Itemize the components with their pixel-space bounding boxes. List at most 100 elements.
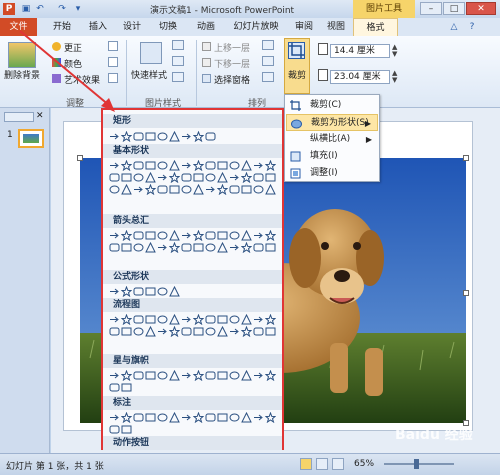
shape-option[interactable] bbox=[109, 382, 120, 393]
tab-animations[interactable]: 动画 bbox=[192, 18, 220, 36]
shape-option[interactable] bbox=[145, 131, 156, 142]
shape-option[interactable] bbox=[265, 160, 276, 171]
shape-option[interactable] bbox=[109, 286, 120, 297]
shape-option[interactable] bbox=[121, 424, 132, 435]
reading-view-icon[interactable] bbox=[332, 458, 344, 470]
shape-option[interactable] bbox=[241, 314, 252, 325]
shape-option[interactable] bbox=[229, 184, 240, 195]
shape-option[interactable] bbox=[253, 326, 264, 337]
tab-view[interactable]: 视图 bbox=[322, 18, 350, 36]
shape-option[interactable] bbox=[229, 230, 240, 241]
tab-slideshow[interactable]: 幻灯片放映 bbox=[228, 18, 284, 36]
shape-option[interactable] bbox=[121, 242, 132, 253]
shape-option[interactable] bbox=[169, 242, 180, 253]
slide-sorter-icon[interactable] bbox=[316, 458, 328, 470]
shape-option[interactable] bbox=[229, 412, 240, 423]
collapse-ribbon-icon[interactable]: △ bbox=[448, 18, 460, 36]
menu-item-crop-to-shape[interactable]: 裁剪为形状(S) ▶ bbox=[286, 114, 378, 131]
shape-option[interactable] bbox=[109, 314, 120, 325]
shape-option[interactable] bbox=[157, 314, 168, 325]
shape-option[interactable] bbox=[181, 160, 192, 171]
shape-option[interactable] bbox=[169, 184, 180, 195]
shape-option[interactable] bbox=[205, 131, 216, 142]
shape-option[interactable] bbox=[133, 412, 144, 423]
zoom-slider-thumb[interactable] bbox=[414, 459, 419, 469]
shape-option[interactable] bbox=[145, 230, 156, 241]
shape-option[interactable] bbox=[193, 184, 204, 195]
shape-option[interactable] bbox=[265, 184, 276, 195]
shape-option[interactable] bbox=[133, 370, 144, 381]
shape-option[interactable] bbox=[217, 370, 228, 381]
shape-option[interactable] bbox=[193, 412, 204, 423]
tab-transitions[interactable]: 切换 bbox=[154, 18, 182, 36]
quick-styles-button[interactable]: 快速样式 bbox=[131, 68, 167, 81]
shape-option[interactable] bbox=[157, 160, 168, 171]
shape-option[interactable] bbox=[265, 370, 276, 381]
shape-option[interactable] bbox=[181, 412, 192, 423]
shape-option[interactable] bbox=[145, 314, 156, 325]
shape-option[interactable] bbox=[193, 160, 204, 171]
shape-option[interactable] bbox=[133, 314, 144, 325]
shape-option[interactable] bbox=[193, 242, 204, 253]
picture-effects-icon[interactable] bbox=[172, 56, 184, 66]
shape-option[interactable] bbox=[157, 326, 168, 337]
zoom-slider[interactable] bbox=[384, 463, 454, 465]
undo-icon[interactable]: ↶ bbox=[34, 3, 46, 15]
redo-icon[interactable]: ↷ bbox=[56, 3, 68, 15]
shape-option[interactable] bbox=[157, 172, 168, 183]
shape-option[interactable] bbox=[181, 242, 192, 253]
resize-handle[interactable] bbox=[77, 155, 83, 161]
shape-option[interactable] bbox=[157, 230, 168, 241]
shape-option[interactable] bbox=[121, 382, 132, 393]
shape-option[interactable] bbox=[121, 184, 132, 195]
shape-option[interactable] bbox=[109, 412, 120, 423]
shape-option[interactable] bbox=[241, 370, 252, 381]
shape-option[interactable] bbox=[169, 172, 180, 183]
shape-option[interactable] bbox=[121, 286, 132, 297]
shape-option[interactable] bbox=[241, 326, 252, 337]
shape-option[interactable] bbox=[121, 172, 132, 183]
shape-option[interactable] bbox=[241, 242, 252, 253]
shape-option[interactable] bbox=[217, 242, 228, 253]
selection-pane-button[interactable]: 选择窗格 bbox=[214, 73, 250, 86]
shape-option[interactable] bbox=[145, 242, 156, 253]
shape-option[interactable] bbox=[121, 230, 132, 241]
shape-option[interactable] bbox=[205, 172, 216, 183]
shape-option[interactable] bbox=[253, 230, 264, 241]
shape-option[interactable] bbox=[169, 230, 180, 241]
shape-option[interactable] bbox=[145, 286, 156, 297]
shape-option[interactable] bbox=[205, 370, 216, 381]
maximize-button[interactable]: □ bbox=[443, 2, 465, 15]
group-icon[interactable] bbox=[262, 56, 274, 66]
shape-option[interactable] bbox=[181, 230, 192, 241]
shape-option[interactable] bbox=[109, 326, 120, 337]
shape-option[interactable] bbox=[169, 412, 180, 423]
shape-option[interactable] bbox=[133, 242, 144, 253]
shape-option[interactable] bbox=[145, 370, 156, 381]
shape-option[interactable] bbox=[157, 412, 168, 423]
help-icon[interactable]: ? bbox=[466, 18, 478, 36]
shape-option[interactable] bbox=[157, 370, 168, 381]
shape-option[interactable] bbox=[181, 370, 192, 381]
shape-option[interactable] bbox=[133, 160, 144, 171]
shape-option[interactable] bbox=[265, 242, 276, 253]
rotate-icon[interactable] bbox=[262, 72, 274, 82]
shape-option[interactable] bbox=[121, 412, 132, 423]
resize-handle[interactable] bbox=[463, 290, 469, 296]
shape-option[interactable] bbox=[253, 370, 264, 381]
slide-thumbnail[interactable] bbox=[18, 129, 44, 148]
shape-option[interactable] bbox=[265, 230, 276, 241]
tab-review[interactable]: 审阅 bbox=[290, 18, 318, 36]
shape-option[interactable] bbox=[145, 326, 156, 337]
shape-option[interactable] bbox=[229, 314, 240, 325]
shape-option[interactable] bbox=[253, 172, 264, 183]
shape-option[interactable] bbox=[133, 172, 144, 183]
shape-option[interactable] bbox=[241, 412, 252, 423]
shape-option[interactable] bbox=[193, 326, 204, 337]
shape-option[interactable] bbox=[229, 160, 240, 171]
shape-option[interactable] bbox=[253, 242, 264, 253]
shape-option[interactable] bbox=[121, 370, 132, 381]
shape-option[interactable] bbox=[181, 326, 192, 337]
shape-option[interactable] bbox=[265, 314, 276, 325]
minimize-button[interactable]: – bbox=[420, 2, 442, 15]
